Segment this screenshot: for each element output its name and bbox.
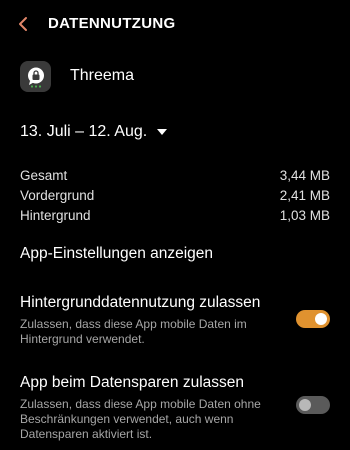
usage-row-foreground: Vordergrund 2,41 MB bbox=[20, 185, 330, 205]
usage-value: 1,03 MB bbox=[279, 207, 330, 223]
data-usage-screen: DATENNUTZUNG Threema 13. Juli – 12. Aug.… bbox=[0, 0, 350, 450]
usage-value: 2,41 MB bbox=[279, 187, 330, 203]
usage-label: Hintergrund bbox=[20, 207, 91, 223]
usage-label: Gesamt bbox=[20, 167, 68, 183]
usage-label: Vordergrund bbox=[20, 187, 95, 203]
page-title: DATENNUTZUNG bbox=[48, 15, 176, 32]
data-saver-setting[interactable]: App beim Datensparen zulassen Zulassen, … bbox=[20, 373, 340, 442]
dropdown-triangle-icon bbox=[157, 129, 168, 135]
app-name: Threema bbox=[70, 67, 135, 84]
setting-description: Zulassen, dass diese App mobile Daten im… bbox=[20, 317, 247, 346]
usage-row-background: Hintergrund 1,03 MB bbox=[20, 205, 330, 225]
app-row: Threema bbox=[20, 61, 330, 93]
usage-row-total: Gesamt 3,44 MB bbox=[20, 165, 330, 185]
setting-description: Zulassen, dass diese App mobile Daten oh… bbox=[20, 397, 261, 441]
toggle-thumb bbox=[315, 313, 327, 325]
background-data-setting[interactable]: Hintergrunddatennutzung zulassen Zulasse… bbox=[20, 293, 340, 347]
date-range-label: 13. Juli – 12. Aug. bbox=[20, 123, 148, 140]
back-button[interactable] bbox=[12, 12, 34, 36]
app-settings-link[interactable]: App-Einstellungen anzeigen bbox=[20, 245, 213, 263]
setting-title: Hintergrunddatennutzung zulassen bbox=[20, 294, 261, 311]
data-saver-toggle[interactable] bbox=[296, 396, 330, 414]
date-range-selector[interactable]: 13. Juli – 12. Aug. bbox=[20, 122, 168, 142]
threema-app-icon bbox=[20, 61, 51, 92]
usage-value: 3,44 MB bbox=[279, 167, 330, 183]
usage-list: Gesamt 3,44 MB Vordergrund 2,41 MB Hinte… bbox=[20, 165, 330, 225]
toggle-thumb bbox=[299, 399, 311, 411]
back-arrow-icon bbox=[19, 17, 27, 31]
background-data-toggle[interactable] bbox=[296, 310, 330, 328]
header-bar: DATENNUTZUNG bbox=[0, 0, 350, 48]
setting-title: App beim Datensparen zulassen bbox=[20, 374, 245, 391]
